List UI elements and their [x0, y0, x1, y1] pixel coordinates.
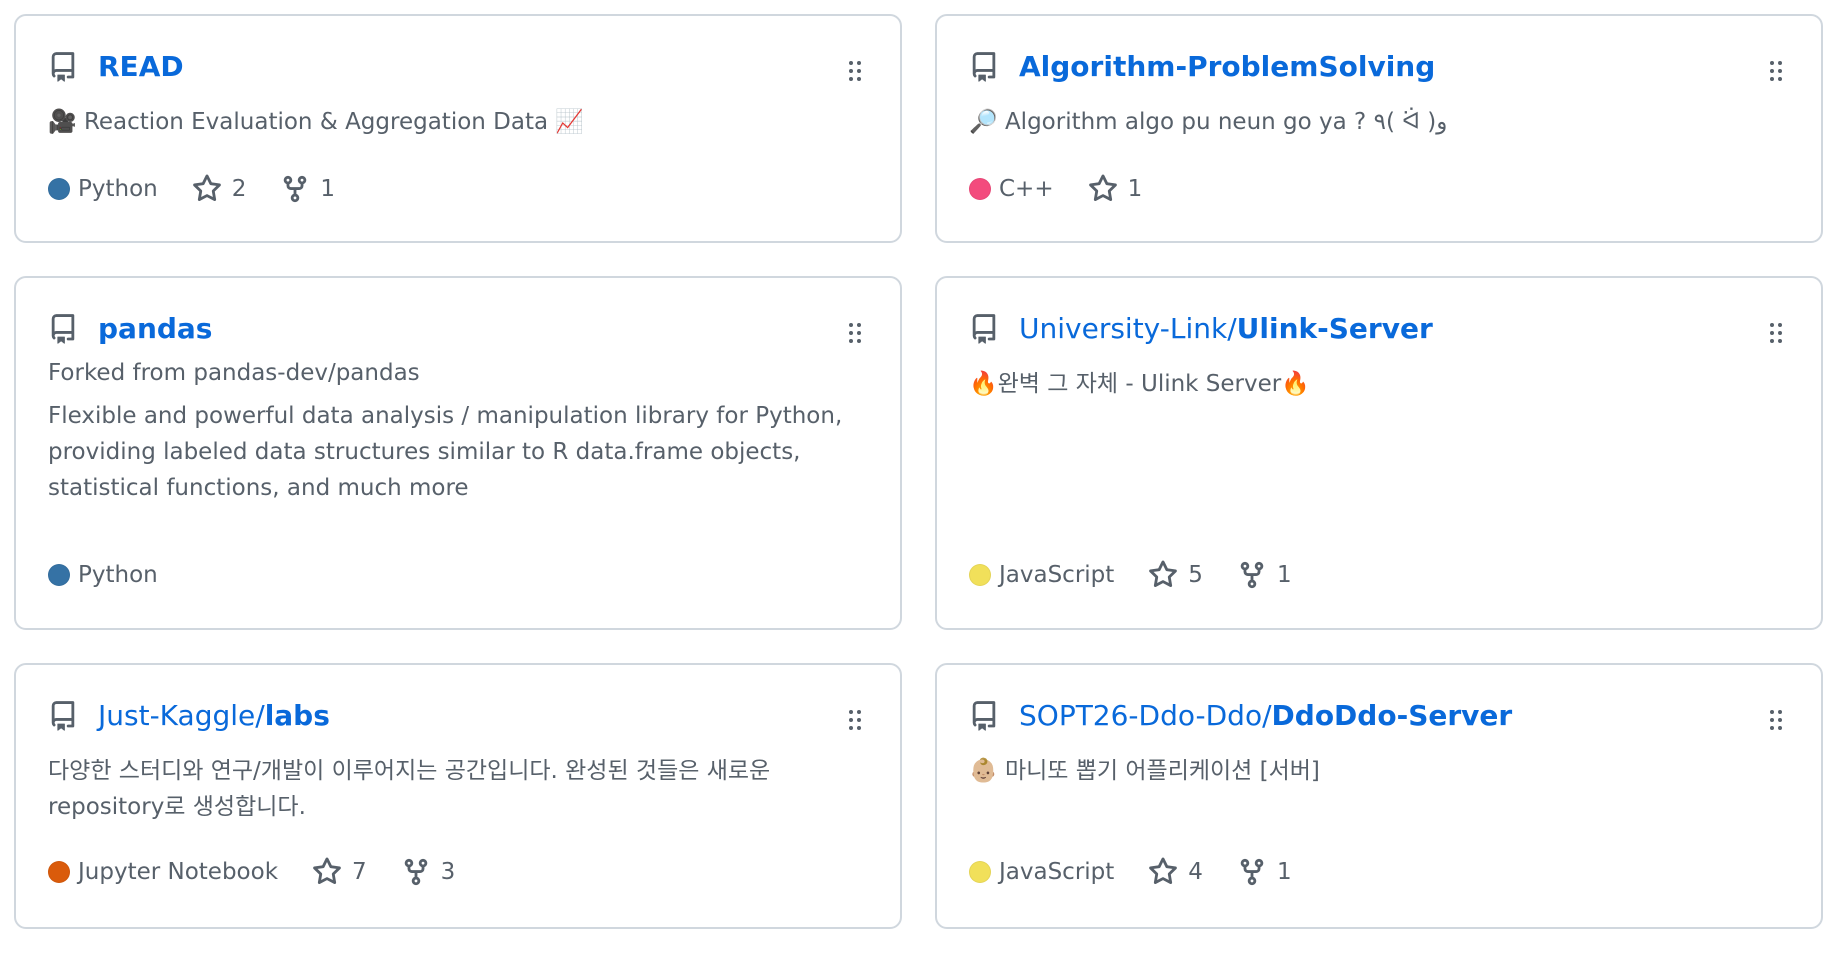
grabber-icon[interactable]	[848, 709, 862, 731]
forks-link[interactable]: 1	[1237, 857, 1292, 887]
repo-icon	[969, 314, 999, 348]
repo-language: C++	[969, 176, 1054, 202]
star-icon	[1149, 857, 1178, 885]
repo-meta: JavaScript 4 1	[969, 855, 1326, 889]
repo-icon	[48, 701, 78, 735]
repo-icon	[969, 52, 999, 86]
repo-forked-icon	[1240, 561, 1264, 589]
fork-count: 1	[1276, 859, 1292, 885]
star-count: 7	[352, 859, 367, 885]
language-name: Jupyter Notebook	[78, 859, 279, 885]
repo-forked-icon	[404, 858, 427, 886]
forked-from: Forked from pandas-dev/pandas	[48, 358, 420, 388]
fork-count: 3	[440, 859, 456, 885]
forked-from-link[interactable]: pandas-dev/pandas	[193, 360, 419, 386]
forked-from-prefix: Forked from	[48, 360, 194, 386]
star-icon	[1088, 174, 1117, 202]
stargazers-link[interactable]: 4	[1148, 857, 1203, 887]
repo-link[interactable]: pandas	[98, 310, 212, 348]
language-name: C++	[999, 176, 1054, 202]
repo-icon	[48, 314, 78, 348]
grabber-icon[interactable]	[1769, 709, 1783, 731]
language-color-dot	[48, 564, 70, 586]
star-count: 4	[1188, 859, 1203, 885]
language-color-dot	[969, 861, 991, 883]
language-name: JavaScript	[999, 859, 1115, 885]
repo-owner: University-Link/	[1019, 312, 1237, 345]
repo-meta: Python 2 1	[48, 172, 369, 206]
star-icon	[313, 857, 341, 885]
repo-name: labs	[264, 699, 330, 732]
stargazers-link[interactable]: 2	[192, 174, 247, 204]
repo-link[interactable]: Algorithm-ProblemSolving	[1019, 48, 1435, 86]
repo-meta: Jupyter Notebook 7 3	[48, 855, 489, 889]
stargazers-link[interactable]: 7	[312, 857, 367, 887]
repo-description: Flexible and powerful data analysis / ma…	[48, 403, 843, 501]
language-color-dot	[969, 564, 991, 586]
repo-link[interactable]: University-Link/Ulink-Server	[1019, 310, 1433, 348]
forks-link[interactable]: 1	[280, 174, 335, 204]
language-color-dot	[48, 178, 70, 200]
repo-language: Python	[48, 176, 158, 202]
repo-meta: Python	[48, 558, 192, 592]
stargazers-link[interactable]: 1	[1088, 174, 1143, 204]
repo-language: JavaScript	[969, 562, 1114, 588]
repo-name: READ	[98, 50, 184, 83]
repo-description: 👶🏼 마니또 뽑기 어플리케이션 [서버]	[969, 758, 1320, 784]
repo-forked-icon	[1240, 858, 1264, 886]
language-color-dot	[969, 178, 991, 200]
repo-name: Algorithm-ProblemSolving	[1019, 50, 1436, 83]
repo-name: Ulink-Server	[1236, 312, 1433, 345]
repo-description: 🎥 Reaction Evaluation & Aggregation Data…	[48, 109, 585, 135]
repo-name: DdoDdo-Server	[1271, 699, 1513, 732]
forks-link[interactable]: 3	[401, 857, 456, 887]
pinned-repo-card: Algorithm-ProblemSolving 🔎 Algorithm alg…	[935, 14, 1823, 243]
repo-link[interactable]: Just-Kaggle/labs	[98, 697, 330, 735]
repo-icon	[969, 701, 999, 735]
grabber-icon[interactable]	[1769, 322, 1783, 344]
repo-description: 다양한 스터디와 연구/개발이 이루어지는 공간입니다. 완성된 것들은 새로운…	[48, 758, 771, 820]
pinned-repositories: READ 🎥 Reaction Evaluation & Aggregation…	[0, 0, 1834, 954]
grabber-icon[interactable]	[848, 322, 862, 344]
language-color-dot	[48, 861, 70, 883]
repo-name: pandas	[98, 312, 213, 345]
star-icon	[192, 174, 221, 202]
repo-link[interactable]: SOPT26-Ddo-Ddo/DdoDdo-Server	[1019, 697, 1512, 735]
repo-owner: SOPT26-Ddo-Ddo/	[1019, 699, 1272, 732]
repo-description: 🔥완벽 그 자체 - Ulink Server🔥	[969, 371, 1310, 397]
grabber-icon[interactable]	[1769, 60, 1783, 82]
repo-description: 🔎 Algorithm algo pu neun go ya ? ٩( ᐛ )و	[969, 109, 1448, 135]
repo-language: JavaScript	[969, 859, 1114, 885]
stargazers-link[interactable]: 5	[1148, 560, 1203, 590]
language-name: Python	[78, 176, 158, 202]
grabber-icon[interactable]	[848, 60, 862, 82]
pinned-repo-card: Just-Kaggle/labs 다양한 스터디와 연구/개발이 이루어지는 공…	[14, 663, 902, 929]
repo-link[interactable]: READ	[98, 48, 184, 86]
pinned-repo-card: READ 🎥 Reaction Evaluation & Aggregation…	[14, 14, 902, 243]
pinned-repo-card: SOPT26-Ddo-Ddo/DdoDdo-Server 👶🏼 마니또 뽑기 어…	[935, 663, 1823, 929]
repo-icon	[48, 52, 78, 86]
star-count: 5	[1188, 562, 1203, 588]
star-icon	[1149, 560, 1178, 588]
pinned-repo-card: pandas Forked from pandas-dev/pandas Fle…	[14, 276, 902, 630]
fork-count: 1	[320, 176, 336, 202]
language-name: Python	[78, 562, 158, 588]
repo-meta: JavaScript 5 1	[969, 558, 1326, 592]
star-count: 1	[1127, 176, 1143, 202]
repo-language: Python	[48, 562, 158, 588]
repo-forked-icon	[284, 175, 307, 203]
forks-link[interactable]: 1	[1237, 560, 1292, 590]
star-count: 2	[231, 176, 247, 202]
pinned-repo-card: University-Link/Ulink-Server 🔥완벽 그 자체 - …	[935, 276, 1823, 630]
repo-owner: Just-Kaggle/	[98, 699, 265, 732]
repo-meta: C++ 1	[969, 172, 1176, 206]
fork-count: 1	[1276, 562, 1292, 588]
repo-language: Jupyter Notebook	[48, 859, 278, 885]
language-name: JavaScript	[999, 562, 1115, 588]
